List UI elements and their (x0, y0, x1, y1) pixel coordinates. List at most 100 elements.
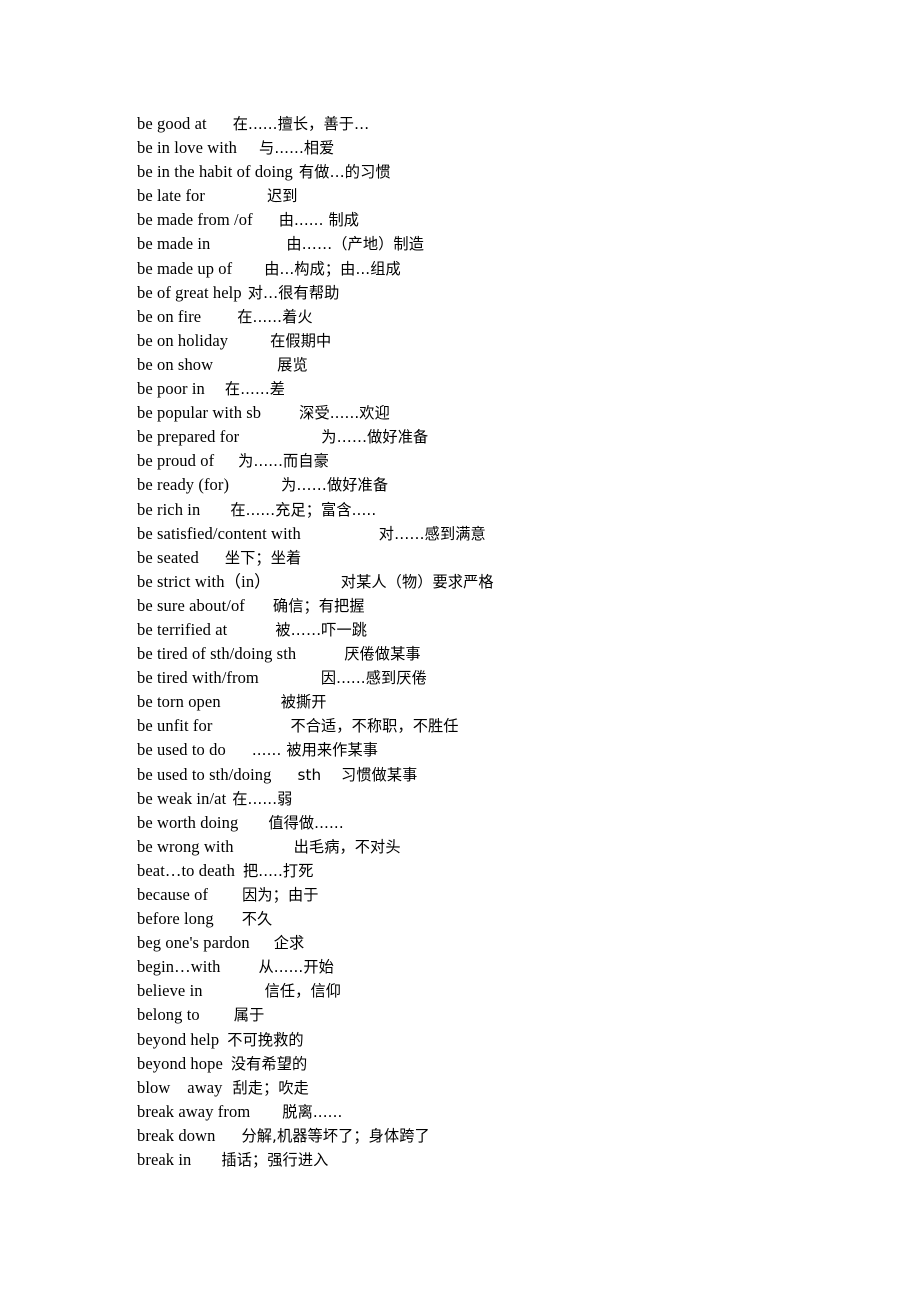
phrase-term: beyond hope (137, 1053, 223, 1073)
phrase-term: before long (137, 909, 214, 929)
phrase-entry-row: break down 分解,机器等坏了；身体跨了 (137, 1124, 877, 1148)
phrase-meaning: 把.....打死 (242, 861, 314, 880)
phrase-meaning: sth 习惯做某事 (297, 765, 418, 784)
phrase-meaning: 确信；有把握 (272, 596, 365, 615)
phrase-meaning: 对……感到满意 (378, 524, 486, 543)
phrase-meaning: 在......差 (224, 380, 286, 399)
phrase-meaning: 分解,机器等坏了；身体跨了 (241, 1126, 430, 1145)
phrase-meaning: 迟到 (266, 187, 298, 206)
phrase-meaning: 脱离...... (282, 1102, 343, 1121)
phrase-meaning: 没有希望的 (230, 1054, 308, 1073)
phrase-term: be satisfied/content with (137, 523, 301, 543)
phrase-entry-row: be wrong with 出毛病，不对头 (137, 835, 877, 859)
phrase-entry-row: beyond hope 没有希望的 (137, 1052, 877, 1076)
phrase-term: be of great help (137, 282, 242, 302)
phrase-meaning: 不合适，不称职，不胜任 (290, 717, 459, 736)
phrase-entry-row: because of 因为；由于 (137, 883, 877, 907)
phrase-term: be unfit for (137, 716, 213, 736)
phrase-entry-row: beat…to death 把.....打死 (137, 859, 877, 883)
phrase-entry-row: be popular with sb 深受......欢迎 (137, 401, 877, 425)
phrase-entry-row: be satisfied/content with 对……感到满意 (137, 522, 877, 546)
phrase-entry-row: be of great help 对…很有帮助 (137, 281, 877, 305)
phrase-meaning: 与......相爱 (259, 139, 335, 158)
phrase-meaning: 被……吓一跳 (275, 620, 368, 639)
phrase-meaning: 在......充足；富含..... (230, 500, 377, 519)
phrase-meaning: 在......着火 (237, 307, 313, 326)
phrase-entry-row: belong to 属于 (137, 1003, 877, 1027)
phrase-entry-row: begin…with 从......开始 (137, 955, 877, 979)
phrase-entry-row: beyond help 不可挽救的 (137, 1028, 877, 1052)
phrase-meaning: 刮走；吹走 (232, 1078, 309, 1097)
phrase-meaning: 为……做好准备 (281, 476, 389, 495)
phrase-meaning: 不可挽救的 (227, 1030, 304, 1049)
document-page: be good at 在......擅长，善于… be in love with 与.… (0, 0, 920, 1302)
phrase-term: beg one's pardon (137, 933, 250, 953)
phrase-entry-row: be on show 展览 (137, 353, 877, 377)
phrase-entry-row: be good at 在......擅长，善于… (137, 112, 877, 136)
phrase-meaning: 出毛病，不对头 (293, 837, 401, 856)
phrase-entry-row: be proud of 为......而自豪 (137, 449, 877, 473)
phrase-entry-row: be on fire 在......着火 (137, 305, 877, 329)
phrase-entry-row: be tired with/from 因......感到厌倦 (137, 666, 877, 690)
phrase-meaning: 信任，信仰 (264, 982, 342, 1001)
phrase-entry-row: be tired of sth/doing sth 厌倦做某事 (137, 642, 877, 666)
phrase-term: be used to do (137, 740, 226, 760)
phrase-term: be prepared for (137, 427, 240, 447)
phrase-entry-row: before long 不久 (137, 907, 877, 931)
phrase-term: beyond help (137, 1029, 220, 1049)
phrase-term: be strict with（in） (137, 571, 271, 591)
phrase-term: be made in (137, 234, 211, 254)
phrase-entry-row: be strict with（in） 对某人（物）要求严格 (137, 570, 877, 594)
phrase-entry-row: be weak in/at 在......弱 (137, 787, 877, 811)
phrase-term: belong to (137, 1005, 200, 1025)
phrase-entry-row: be used to sth/doing sth 习惯做某事 (137, 763, 877, 787)
phrase-term: break in (137, 1150, 192, 1170)
phrase-meaning: ...... 被用来作某事 (251, 741, 379, 760)
phrase-term: be late for (137, 186, 205, 206)
phrase-term: blow away (137, 1077, 223, 1097)
phrase-term: believe in (137, 981, 203, 1001)
phrase-term: be good at (137, 114, 207, 133)
phrase-entry-row: be worth doing 值得做...... (137, 811, 877, 835)
phrase-term: be torn open (137, 692, 221, 712)
phrase-meaning: 从......开始 (258, 958, 334, 977)
phrase-term: be used to sth/doing (137, 764, 272, 784)
phrase-entry-row: be in the habit of doing 有做…的习惯 (137, 160, 877, 184)
phrase-term: be weak in/at (137, 788, 227, 808)
phrase-entry-row: be terrified at 被……吓一跳 (137, 618, 877, 642)
phrase-meaning: 企求 (273, 934, 305, 953)
phrase-entry-row: be in love with 与......相爱 (137, 136, 877, 160)
phrase-term: be made up of (137, 258, 233, 278)
phrase-meaning: 在假期中 (270, 331, 332, 350)
phrase-entry-row: be rich in 在......充足；富含..... (137, 498, 877, 522)
phrase-meaning: 因......感到厌倦 (320, 669, 427, 688)
phrase-term: beat…to death (137, 860, 235, 880)
phrase-term: be on holiday (137, 330, 229, 350)
phrase-term: be wrong with (137, 836, 234, 856)
phrase-term: be rich in (137, 499, 201, 519)
phrase-entry-row: be used to do ...... 被用来作某事 (137, 738, 877, 762)
phrase-meaning: 由...... 制成 (278, 211, 360, 230)
phrase-term: be on show (137, 354, 214, 374)
phrase-term: be seated (137, 547, 199, 567)
phrase-meaning: 因为；由于 (242, 886, 319, 904)
phrase-term: be made from /of (137, 210, 253, 230)
phrase-term: be worth doing (137, 812, 239, 832)
phrase-meaning: 对某人（物）要求严格 (340, 572, 494, 591)
phrase-meaning: 不久 (241, 910, 273, 929)
phrase-entry-row: be late for 迟到 (137, 184, 877, 208)
phrase-term: be in the habit of doing (137, 162, 293, 182)
phrase-entry-list: be good at 在......擅长，善于… be in love with 与.… (137, 112, 877, 1172)
phrase-term: begin…with (137, 957, 221, 977)
phrase-meaning: 为……做好准备 (321, 428, 429, 447)
phrase-meaning: 深受......欢迎 (299, 404, 390, 423)
phrase-meaning: 由……（产地）制造 (286, 235, 424, 254)
phrase-meaning: 值得做...... (268, 813, 344, 832)
phrase-entry-row: be prepared for 为……做好准备 (137, 425, 877, 449)
phrase-meaning: 由...构成；由...组成 (264, 259, 401, 278)
phrase-meaning: 被撕开 (280, 693, 327, 712)
phrase-meaning: 展览 (277, 355, 308, 374)
phrase-entry-row: blow away 刮走；吹走 (137, 1076, 877, 1100)
phrase-term: be proud of (137, 451, 215, 471)
phrase-meaning: 有做…的习惯 (298, 163, 391, 182)
